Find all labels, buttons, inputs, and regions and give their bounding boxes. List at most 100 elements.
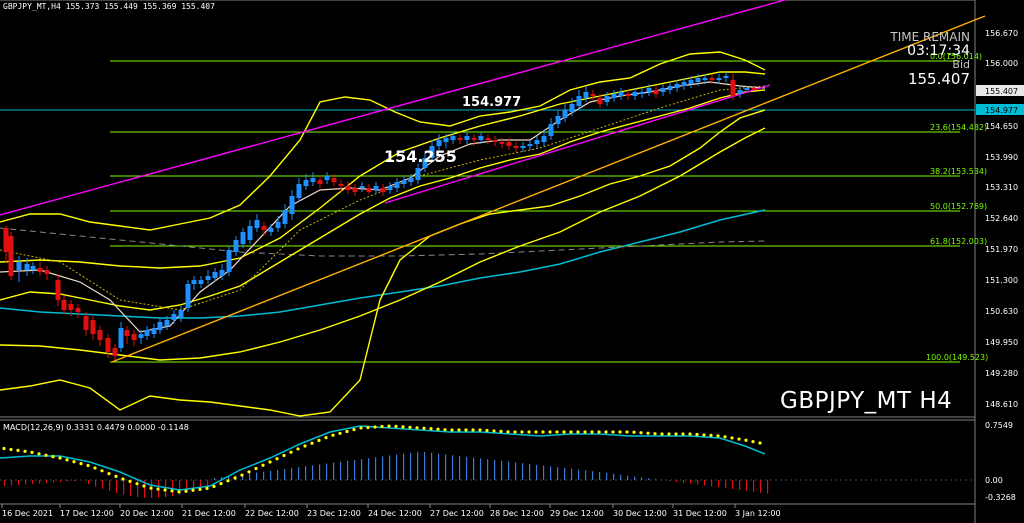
candle [90,316,96,340]
candle [611,90,617,102]
macd-bar [536,464,538,480]
macd-bar [704,480,706,486]
macd-signal-dot [303,444,307,448]
candle [464,132,470,144]
macd-bar [60,480,62,482]
candle [618,88,624,100]
candle [124,326,130,344]
macd-bar [333,462,335,480]
price-tick: 156.000 [985,59,1018,68]
time-tick-label: 17 Dec 12:00 [60,509,114,518]
macd-bar [249,473,251,480]
macd-signal-dot [590,430,594,434]
macd-bar [592,471,594,480]
price-tick: 149.950 [985,338,1018,347]
macd-bar [319,464,321,480]
macd-signal-dot [429,427,433,431]
macd-bar [725,480,727,489]
macd-signal-dot [443,428,447,432]
macd-panel[interactable]: MACD(12,26,9) 0.3331 0.4479 0.0000 -0.11… [0,421,1016,502]
macd-bar [46,480,48,483]
macd-bar [753,480,755,492]
macd-signal-dot [737,437,741,441]
macd-bar [305,466,307,480]
macd-bar [613,473,615,480]
candle [131,330,137,346]
macd-signal-dot [205,486,209,490]
candle [226,246,232,276]
candle [3,226,9,262]
macd-signal-dot [366,425,370,430]
macd-signal-dot [16,448,20,452]
candle [317,176,323,188]
candle [30,262,36,274]
macd-signal-dot [422,426,426,430]
macd-signal-dot [345,429,349,434]
macd-bar [312,465,314,480]
price-tick: 148.610 [985,400,1018,409]
macd-signal-dot [289,450,293,454]
symbol-timeframe: GBPJPY_MT,H4 [3,2,61,11]
price-tick: 151.970 [985,245,1018,254]
macd-signal-dot [709,433,713,437]
time-tick-label: 16 Dec 2021 [2,509,53,518]
candle [485,134,491,144]
macd-signal-dot [611,430,615,434]
time-tick-label: 22 Dec 12:00 [245,509,299,518]
candle [198,276,204,288]
candle [83,312,89,336]
candle [401,176,407,188]
time-tick-label: 28 Dec 12:00 [490,509,544,518]
macd-signal-dot [198,487,202,491]
macd-signal-dot [527,430,531,434]
chart-canvas[interactable]: 0.0(156.014) 23.6(154.482) 38.2(153.534)… [0,0,1024,523]
macd-bar [627,475,629,480]
time-remain-panel: TIME REMAIN 03:17:34 Bid 155.407 [880,30,970,87]
macd-signal-dot [646,431,650,435]
macd-bar [340,461,342,480]
macd-signal-dot [72,460,76,464]
candle [97,326,103,346]
macd-signal-dot [317,438,321,442]
candle [275,216,281,232]
macd-signal-dot [114,474,118,478]
candle [625,90,631,100]
candle [527,140,533,150]
macd-bar [214,478,216,480]
macd-signal-dot [569,430,573,434]
candle [520,142,526,152]
macd-bar [438,453,440,480]
fib-label-500: 50.0(152.769) [930,202,987,211]
trend-line[interactable] [111,15,986,363]
candle [233,236,239,256]
macd-signal-dot [597,430,601,434]
candle [352,184,358,196]
macd-bar [557,467,559,480]
macd-signal-dot [352,428,356,432]
macd-signal-dot [436,427,440,431]
macd-bar [676,480,678,482]
macd-signal-dot [653,432,657,436]
current-price-label: 155.407 [985,87,1018,96]
macd-signal-dot [93,466,97,470]
macd-signal-dot [660,432,664,436]
candle [366,184,372,194]
candle [513,142,519,152]
macd-bar [578,469,580,480]
candle [191,276,197,290]
macd-signal-dot [695,432,699,437]
candle [359,182,365,192]
macd-bar [732,480,734,490]
macd-bar [620,474,622,480]
macd-signal-dot [562,430,566,434]
macd-bar [389,455,391,480]
candle [171,310,177,324]
macd-bar [39,480,41,484]
candlesticks[interactable] [3,72,757,360]
macd-bar [410,452,412,480]
candle [37,262,43,276]
fib-label-618: 61.8(152.003) [930,237,987,246]
macd-bar [480,458,482,480]
candle [16,256,22,282]
macd-bar [11,480,13,486]
